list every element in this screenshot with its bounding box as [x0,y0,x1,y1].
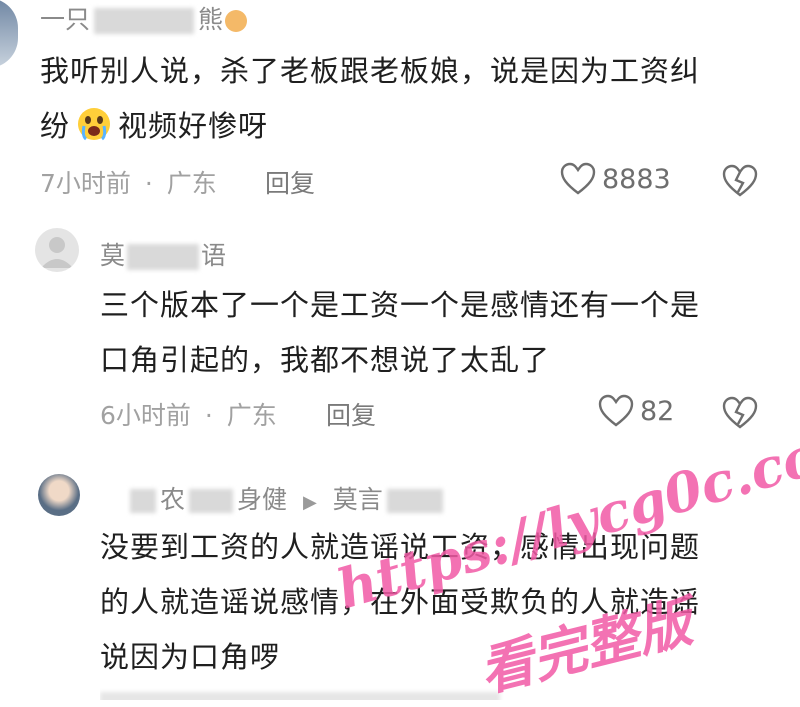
username[interactable]: 农身健 ▶ 莫言 [130,480,443,516]
avatar[interactable] [35,228,79,272]
broken-heart-icon[interactable] [722,164,758,198]
heart-icon [598,394,634,427]
username[interactable]: 莫语 [100,236,226,272]
redacted-name [130,489,156,513]
comment-text: 三个版本了一个是工资一个是感情还有一个是 口角引起的，我都不想说了太乱了 [100,288,701,377]
heart-icon [560,162,596,195]
avatar[interactable] [38,474,80,516]
redacted-name [127,244,200,270]
like-count: 8883 [602,163,671,195]
reply-button[interactable]: 回复 [326,396,376,432]
reply-to-username[interactable]: 莫言 [333,485,383,514]
comment-meta-cutoff [100,688,520,700]
redacted-name [94,8,195,34]
crying-face-emoji [78,108,111,141]
redacted-name [386,489,443,513]
comment-text: 我听别人说，杀了老板跟老板娘，说是因为工资纠 纷 视频好惨呀 [40,54,701,143]
comment-meta: 7小时前 · 广东 [40,169,217,198]
broken-heart-icon[interactable] [722,396,758,430]
avatar[interactable] [0,0,18,68]
default-avatar-icon [41,237,73,268]
like-count: 82 [640,395,675,427]
redacted-name [189,489,234,513]
reply-arrow-icon: ▶ [302,492,317,513]
like-button[interactable]: 82 [598,394,674,428]
reply-button[interactable]: 回复 [265,164,315,200]
comment-meta: 6小时前 · 广东 [100,401,277,430]
like-button[interactable]: 8883 [560,162,671,196]
username[interactable]: 一只熊 [40,0,248,36]
comment-text: 没要到工资的人就造谣说工资，感情出现问题 的人就造谣说感情，在外面受欺负的人就造… [100,530,701,674]
pumpkin-icon [225,10,248,32]
